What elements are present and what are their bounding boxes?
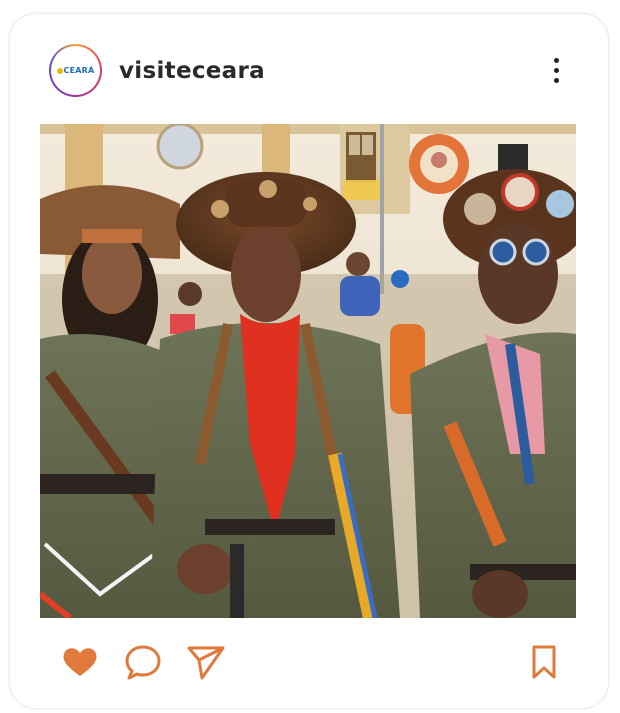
post-photo[interactable] — [40, 124, 576, 618]
bookmark-icon[interactable] — [527, 642, 567, 682]
comment-icon[interactable] — [123, 642, 163, 682]
avatar[interactable]: CEARÁ — [49, 44, 102, 97]
heart-icon[interactable] — [60, 642, 100, 682]
post-actions — [10, 634, 608, 694]
send-icon[interactable] — [185, 642, 225, 682]
avatar-logo-text: CEARÁ — [63, 66, 95, 75]
ceara-logo-icon: CEARÁ — [51, 46, 100, 95]
more-vertical-icon[interactable] — [550, 58, 562, 86]
post-card: CEARÁ visiteceara — [10, 14, 608, 708]
username[interactable]: visiteceara — [119, 58, 265, 84]
post-header: CEARÁ visiteceara — [10, 14, 608, 124]
post-photo-image — [40, 124, 576, 618]
